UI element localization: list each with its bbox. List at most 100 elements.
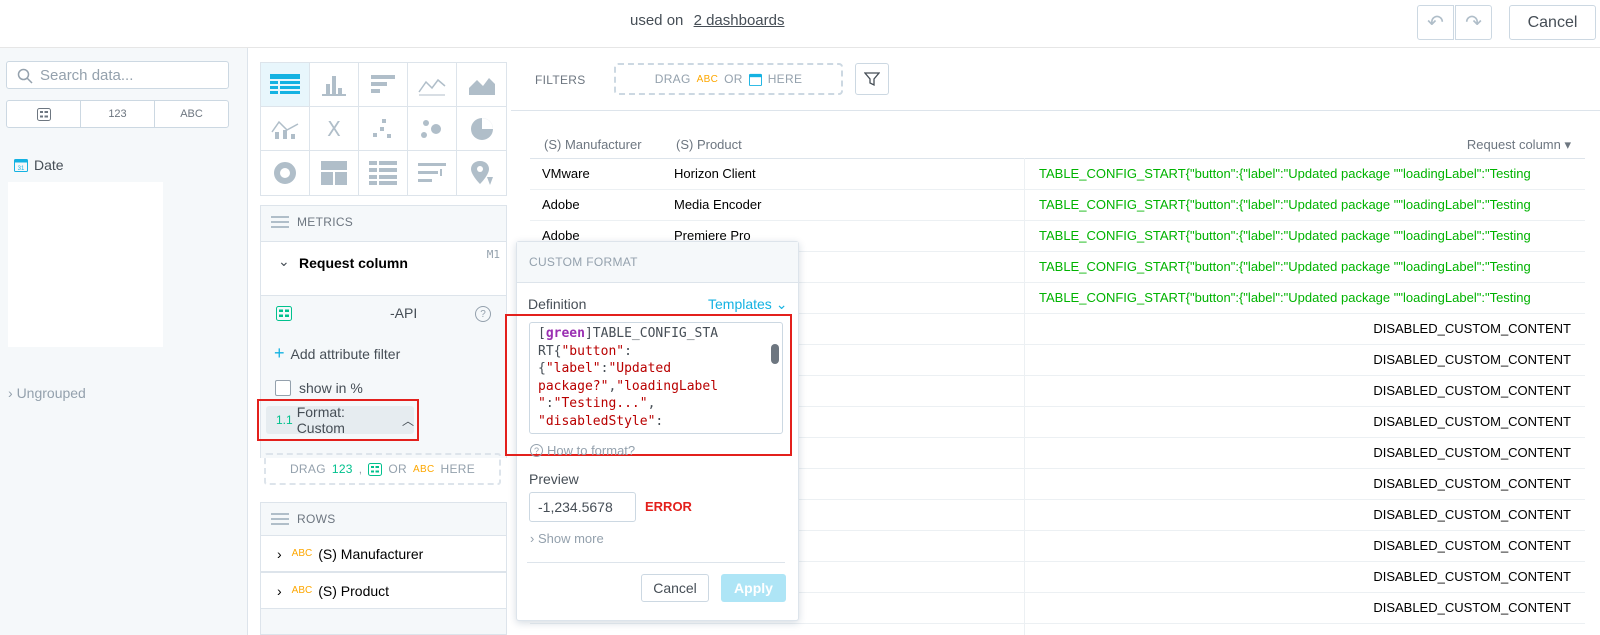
row-item-manufacturer[interactable]: › ABC (S) Manufacturer (260, 535, 507, 572)
column-header-product[interactable]: (S) Product (676, 137, 742, 152)
cell-request-column: DISABLED_CUSTOM_CONTENT (1373, 538, 1571, 553)
viz-donut-button[interactable] (261, 151, 310, 195)
templates-dropdown[interactable]: Templates ⌄ (708, 296, 787, 313)
visualization-picker: X (260, 62, 507, 196)
svg-text:31: 31 (18, 166, 25, 172)
how-to-format-link[interactable]: ? How to format? (530, 443, 635, 458)
dialog-divider (527, 562, 785, 563)
viz-geo-button[interactable] (457, 151, 506, 195)
viz-column-button[interactable] (310, 63, 359, 107)
highlight-box-definition (505, 314, 792, 456)
chevron-right-icon: › (277, 582, 282, 599)
calendar-icon: 31 (14, 159, 28, 172)
svg-text:X: X (327, 118, 341, 140)
table-row: VMware Horizon Client TABLE_CONFIG_START{"… (530, 158, 1585, 190)
filters-here-label: HERE (767, 72, 803, 86)
treemap-icon (321, 161, 347, 185)
viz-headline-button[interactable]: X (310, 107, 359, 151)
chevron-right-icon: › (277, 545, 282, 562)
show-in-percent-option[interactable]: show in % (275, 380, 363, 396)
attribute-icon (368, 462, 383, 476)
table-row: Adobe Media Encoder TABLE_CONFIG_START{"bu… (530, 189, 1585, 221)
metric-item-request-column[interactable]: ⌄ Request column M1 (260, 241, 507, 296)
cancel-button[interactable]: Cancel (1509, 5, 1596, 40)
bullet-chart-icon (418, 163, 446, 182)
metric-name: Request column (299, 255, 408, 271)
preview-input[interactable]: -1,234.5678 (529, 492, 636, 522)
used-on-label: used on (630, 12, 684, 29)
viz-treemap-button[interactable] (310, 151, 359, 195)
drop-comma: , (358, 462, 363, 476)
row-item-label: (S) Product (318, 582, 390, 599)
top-bar (0, 0, 1600, 48)
cell-product: Media Encoder (674, 197, 762, 212)
chevron-down-icon: ⌄ (775, 296, 788, 312)
funnel-icon (864, 72, 880, 87)
viz-scatter-button[interactable] (359, 107, 408, 151)
row-item-product[interactable]: › ABC (S) Product (260, 572, 507, 609)
cell-request-column: DISABLED_CUSTOM_CONTENT (1373, 507, 1571, 522)
undo-button[interactable]: ↶ (1417, 5, 1454, 40)
column-header-manufacturer[interactable]: (S) Manufacturer (544, 137, 642, 152)
redo-button[interactable]: ↷ (1455, 5, 1492, 40)
viz-bubble-button[interactable] (408, 107, 457, 151)
apply-button[interactable]: Apply (721, 574, 786, 602)
viz-bullet-button[interactable] (408, 151, 457, 195)
viz-pie-button[interactable] (457, 107, 506, 151)
insight-title-field[interactable] (263, 0, 613, 36)
viz-line-button[interactable] (408, 63, 457, 107)
dialog-header: CUSTOM FORMAT (517, 242, 798, 283)
metric-attribute-row[interactable]: -API (276, 305, 417, 321)
heatmap-icon (369, 161, 397, 185)
column-chart-icon (322, 75, 346, 96)
search-input[interactable]: Search data... (6, 61, 229, 89)
filters-drop-zone[interactable]: DRAG ABC OR HERE (614, 63, 843, 95)
drop-or-label: OR (388, 462, 408, 476)
highlight-box-format (257, 399, 419, 441)
show-in-percent-checkbox[interactable] (275, 380, 291, 396)
drop-drag-label: DRAG (289, 462, 326, 476)
measure-filter-button[interactable] (855, 63, 889, 95)
undo-icon: ↶ (1427, 12, 1444, 34)
viz-bar-button[interactable] (359, 63, 408, 107)
ungrouped-folder[interactable]: › Ungrouped (8, 385, 86, 401)
metrics-drop-zone[interactable]: DRAG 123 , OR ABC HERE (264, 453, 501, 485)
drop-abc-label: ABC (413, 463, 435, 475)
dashboards-link[interactable]: 2 dashboards (694, 12, 785, 29)
add-attribute-filter-button[interactable]: + Add attribute filter (274, 343, 400, 364)
show-more-link[interactable]: › Show more (530, 531, 604, 546)
preview-label: Preview (529, 471, 579, 487)
viz-combo-button[interactable] (261, 107, 310, 151)
catalog-item-date[interactable]: 31 Date (14, 157, 64, 173)
filter-text-button[interactable]: ABC (155, 101, 228, 127)
drop-number-label: 123 (331, 462, 353, 476)
filter-metrics-button[interactable]: 123 (81, 101, 155, 127)
cell-request-column: DISABLED_CUSTOM_CONTENT (1373, 569, 1571, 584)
dialog-cancel-button[interactable]: Cancel (641, 574, 709, 602)
filter-attributes-button[interactable] (7, 101, 81, 127)
cell-request-column: DISABLED_CUSTOM_CONTENT (1373, 321, 1571, 336)
show-in-percent-label: show in % (299, 380, 363, 396)
cell-request-column: DISABLED_CUSTOM_CONTENT (1373, 445, 1571, 460)
text-attribute-icon: ABC (291, 548, 313, 559)
line-chart-icon (418, 78, 446, 95)
cell-request-column: DISABLED_CUSTOM_CONTENT (1373, 352, 1571, 367)
ungrouped-label: Ungrouped (16, 385, 86, 401)
cell-request-column: TABLE_CONFIG_START{"button":{"label":"Up… (1039, 197, 1531, 212)
cell-request-column: DISABLED_CUSTOM_CONTENT (1373, 600, 1571, 615)
redo-icon: ↷ (1465, 12, 1482, 34)
chevron-down-icon[interactable]: ⌄ (278, 253, 290, 270)
viz-area-button[interactable] (457, 63, 506, 107)
area-chart-icon (468, 77, 495, 95)
metrics-header: METRICS (297, 215, 354, 229)
used-on-info: used on 2 dashboards (630, 12, 784, 29)
rows-header: ROWS (297, 512, 336, 526)
scatter-chart-icon (373, 118, 391, 138)
plus-icon: + (274, 343, 285, 363)
viz-heatmap-button[interactable] (359, 151, 408, 195)
viz-table-button[interactable] (261, 63, 310, 107)
help-icon[interactable]: ? (475, 306, 491, 322)
filters-label: FILTERS (535, 73, 586, 87)
preview-error: ERROR (645, 499, 692, 514)
column-header-request[interactable]: Request column ▾ (1467, 137, 1571, 153)
